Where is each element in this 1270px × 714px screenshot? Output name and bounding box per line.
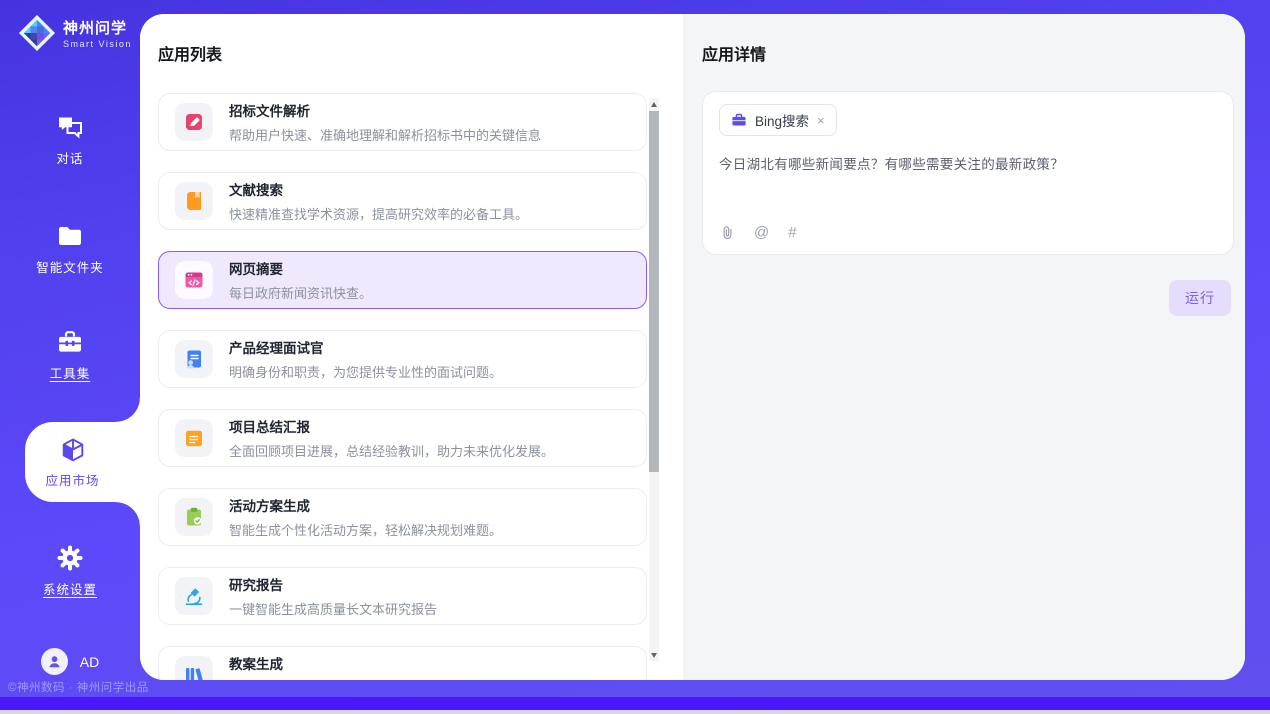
person-icon: [46, 653, 63, 670]
sidebar-item-应用市场[interactable]: 应用市场: [25, 422, 140, 502]
app-list-title: 应用列表: [158, 41, 683, 65]
app-card-招标文件解析[interactable]: 招标文件解析帮助用户快速、准确地理解和解析招标书中的关键信息: [158, 93, 647, 151]
toolbox-icon: [56, 328, 84, 356]
prompt-text[interactable]: 今日湖北有哪些新闻要点？有哪些需要关注的最新政策？: [719, 153, 1217, 173]
bottom-bar: [0, 697, 1270, 710]
app-card-title: 招标文件解析: [229, 100, 541, 120]
run-row: 运行: [702, 280, 1234, 316]
app-card-description: 一键智能生成高质量长文本研究报告: [229, 599, 437, 618]
tool-tag-label: Bing搜索: [755, 110, 809, 130]
doc-edit-icon: [175, 103, 213, 141]
attachment-toolbar: @#: [720, 224, 797, 241]
app-list: 招标文件解析帮助用户快速、准确地理解和解析招标书中的关键信息文献搜索快速精准查找…: [158, 93, 647, 680]
app-card-title: 教案生成: [229, 653, 489, 673]
browser-code-icon: [175, 261, 213, 299]
app-card-description: 智能生成个性化活动方案，轻松解决规划难题。: [229, 520, 502, 539]
sidebar-item-label: 应用市场: [45, 470, 99, 489]
sidebar-item-系统设置[interactable]: 系统设置: [0, 544, 140, 598]
sidebar-item-label: 工具集: [50, 363, 91, 382]
app-window: 神州问学 Smart Vision 对话智能文件夹工具集应用市场系统设置 AD …: [0, 0, 1270, 697]
diamond-logo-icon: [18, 14, 56, 52]
chat-icon: [56, 113, 84, 141]
books-icon: [175, 656, 213, 680]
content-panel: 应用列表 招标文件解析帮助用户快速、准确地理解和解析招标书中的关键信息文献搜索快…: [140, 14, 1245, 680]
sidebar-item-label: 智能文件夹: [36, 257, 104, 276]
sidebar: 神州问学 Smart Vision 对话智能文件夹工具集应用市场系统设置 AD …: [0, 0, 140, 697]
scrollbar-down-arrow-icon[interactable]: [649, 649, 659, 661]
avatar: [41, 648, 68, 675]
tool-tag-bing-search[interactable]: Bing搜索 ×: [719, 104, 837, 136]
app-list-panel: 应用列表 招标文件解析帮助用户快速、准确地理解和解析招标书中的关键信息文献搜索快…: [140, 14, 683, 680]
prompt-card[interactable]: Bing搜索 × 今日湖北有哪些新闻要点？有哪些需要关注的最新政策？ @#: [702, 91, 1234, 255]
cube-icon: [59, 436, 87, 464]
user-initials: AD: [80, 654, 99, 670]
app-card-title: 网页摘要: [229, 258, 372, 278]
sidebar-item-对话[interactable]: 对话: [0, 113, 140, 167]
paperclip-icon[interactable]: [720, 225, 735, 241]
app-card-项目总结汇报[interactable]: 项目总结汇报全面回顾项目进展，总结经验教训，助力未来优化发展。: [158, 409, 647, 467]
app-card-description: 帮助用户快速、准确地理解和解析招标书中的关键信息: [229, 125, 541, 144]
app-card-产品经理面试官[interactable]: 产品经理面试官明确身份和职责，为您提供专业性的面试问题。: [158, 330, 647, 388]
app-card-title: 项目总结汇报: [229, 416, 554, 436]
summary-icon: [175, 419, 213, 457]
brand-subtitle: Smart Vision: [63, 39, 132, 49]
app-card-description: 每日政府新闻资讯快查。: [229, 283, 372, 302]
gear-icon: [56, 544, 84, 572]
sidebar-item-label: 系统设置: [43, 579, 97, 598]
app-card-教案生成[interactable]: 教案生成模板驱动，教案秒成，教学准备从此轻松快捷: [158, 646, 647, 680]
app-card-文献搜索[interactable]: 文献搜索快速精准查找学术资源，提高研究效率的必备工具。: [158, 172, 647, 230]
plan-check-icon: [175, 498, 213, 536]
brand-name: 神州问学: [63, 17, 132, 38]
app-card-description: 全面回顾项目进展，总结经验教训，助力未来优化发展。: [229, 441, 554, 460]
briefcase-icon: [731, 112, 747, 128]
app-detail-title: 应用详情: [702, 41, 1234, 65]
app-detail-panel: 应用详情 Bing搜索 × 今日湖北有哪些新闻要点？有哪些需要关注的最新政策？ …: [683, 14, 1245, 680]
copyright: ©神州数码 · 神州问学出品: [8, 679, 149, 695]
scrollbar-up-arrow-icon[interactable]: [649, 98, 659, 110]
folder-icon: [56, 222, 84, 250]
interview-icon: [175, 340, 213, 378]
sidebar-item-工具集[interactable]: 工具集: [0, 328, 140, 382]
microscope-icon: [175, 577, 213, 615]
close-icon[interactable]: ×: [817, 114, 825, 127]
scrollbar-thumb[interactable]: [649, 111, 659, 472]
app-card-title: 文献搜索: [229, 179, 528, 199]
scrollbar[interactable]: [649, 98, 659, 661]
app-card-title: 活动方案生成: [229, 495, 502, 515]
at-icon[interactable]: @: [754, 224, 769, 241]
user-profile[interactable]: AD: [0, 648, 140, 675]
app-card-title: 研究报告: [229, 574, 437, 594]
app-card-title: 产品经理面试官: [229, 337, 502, 357]
sidebar-item-智能文件夹[interactable]: 智能文件夹: [0, 222, 140, 276]
bottom-edge: [0, 710, 1270, 714]
app-card-description: 快速精准查找学术资源，提高研究效率的必备工具。: [229, 204, 528, 223]
book-icon: [175, 182, 213, 220]
app-card-活动方案生成[interactable]: 活动方案生成智能生成个性化活动方案，轻松解决规划难题。: [158, 488, 647, 546]
app-card-description: 模板驱动，教案秒成，教学准备从此轻松快捷: [229, 678, 489, 680]
brand-logo: 神州问学 Smart Vision: [18, 14, 132, 52]
hash-icon[interactable]: #: [788, 224, 796, 241]
run-button[interactable]: 运行: [1169, 280, 1231, 316]
app-card-研究报告[interactable]: 研究报告一键智能生成高质量长文本研究报告: [158, 567, 647, 625]
sidebar-item-label: 对话: [56, 148, 83, 167]
app-card-description: 明确身份和职责，为您提供专业性的面试问题。: [229, 362, 502, 381]
app-card-网页摘要[interactable]: 网页摘要每日政府新闻资讯快查。: [158, 251, 647, 309]
